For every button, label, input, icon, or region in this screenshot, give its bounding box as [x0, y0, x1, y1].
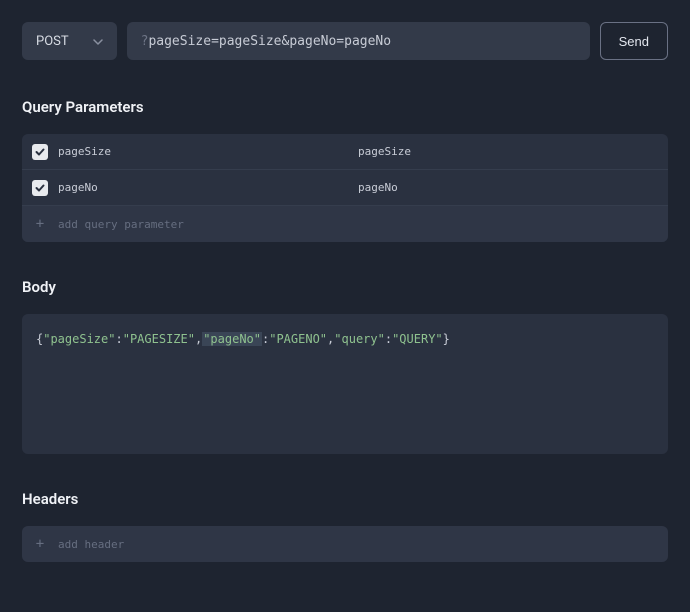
add-header-label: add header [58, 538, 124, 551]
method-select[interactable]: POST [22, 22, 117, 60]
query-param-checkbox[interactable] [32, 180, 48, 196]
headers-title: Headers [22, 490, 668, 508]
query-param-key[interactable]: pageSize [58, 145, 358, 158]
body-title: Body [22, 278, 668, 296]
check-icon [35, 147, 45, 157]
query-parameters-title: Query Parameters [22, 98, 668, 116]
query-param-checkbox[interactable] [32, 144, 48, 160]
query-param-row[interactable]: pageNo pageNo [22, 170, 668, 206]
chevron-down-icon [93, 34, 103, 49]
headers-block: + add header [22, 526, 668, 562]
add-header[interactable]: + add header [22, 526, 668, 562]
query-param-key[interactable]: pageNo [58, 181, 358, 194]
plus-icon: + [32, 536, 48, 552]
query-param-value[interactable]: pageSize [358, 145, 658, 158]
url-text: pageSize=pageSize&pageNo=pageNo [148, 34, 391, 49]
check-icon [35, 183, 45, 193]
query-param-row[interactable]: pageSize pageSize [22, 134, 668, 170]
body-editor[interactable]: {"pageSize":"PAGESIZE","pageNo":"PAGENO"… [22, 314, 668, 454]
url-input[interactable]: ?pageSize=pageSize&pageNo=pageNo [127, 22, 590, 60]
send-button[interactable]: Send [600, 22, 668, 60]
plus-icon: + [32, 216, 48, 232]
add-query-parameter[interactable]: + add query parameter [22, 206, 668, 242]
url-querymark: ? [141, 34, 149, 49]
query-param-value[interactable]: pageNo [358, 181, 658, 194]
add-query-label: add query parameter [58, 218, 184, 231]
method-value: POST [36, 34, 69, 49]
query-params-block: pageSize pageSize pageNo pageNo + add qu… [22, 134, 668, 242]
